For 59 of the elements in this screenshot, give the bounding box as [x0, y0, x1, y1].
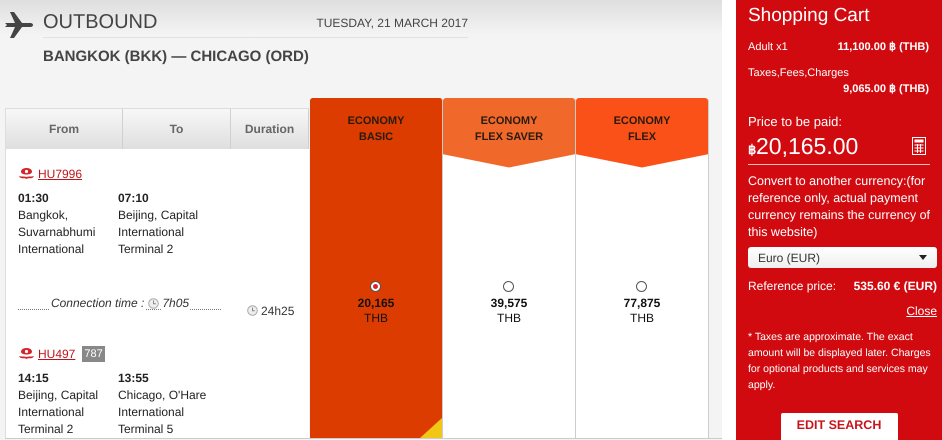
reference-price: 535.60 € (EUR) [854, 278, 937, 296]
radio-button[interactable] [503, 280, 514, 292]
fare-price: 39,575 [490, 296, 528, 310]
column-header[interactable]: To [123, 108, 231, 148]
cart-title: Shopping Cart [748, 4, 870, 28]
departure-time: 14:15 [18, 370, 50, 386]
cart-line-amount: 11,100.00 ฿ (THB) [838, 40, 929, 55]
departure-airport: Bangkok, Suvarnabhumi International [18, 206, 96, 258]
airline-logo-icon [18, 166, 35, 180]
airplane-icon [5, 12, 33, 38]
currency-select[interactable]: Euro (EUR) [748, 247, 937, 268]
fare-name: FLEX [628, 130, 656, 144]
fare-column[interactable]: ECONOMY FLEX SAVER 39,575 THB [443, 98, 576, 438]
fare-price: 77,875 [624, 296, 660, 310]
reference-label: Reference price: [748, 278, 836, 296]
column-header[interactable]: Duration [231, 108, 309, 148]
cart-line-label: Taxes,Fees,Charges [748, 66, 850, 80]
currency-symbol: ฿ [748, 141, 756, 159]
arrival-time: 13:55 [118, 370, 150, 386]
flight-link[interactable]: HU7996 [38, 164, 82, 182]
fare-name: FLEX SAVER [474, 130, 544, 144]
airline-logo-icon [18, 346, 35, 360]
fare-name: ECONOMY [480, 114, 538, 128]
fare-name: ECONOMY [614, 114, 670, 128]
arrival-airport: Beijing, Capital International Terminal 2 [118, 206, 200, 258]
dropdown-caret-icon [919, 255, 927, 260]
cart-line-label: Adult x1 [748, 40, 788, 55]
calculator-icon[interactable] [912, 137, 926, 155]
aircraft-tag: 787 [82, 346, 105, 362]
cart-line-amount: 9,065.00 ฿ (THB) [843, 82, 930, 97]
arrival-airport: Chicago, O'Hare International Terminal 5 [118, 386, 208, 438]
fare-column[interactable]: ECONOMY BASIC 20,165 THB [310, 98, 443, 438]
radio-button[interactable] [370, 280, 382, 292]
fare-currency: THB [364, 310, 388, 326]
flight-date: TUESDAY, 21 MARCH 2017 [316, 15, 468, 32]
clock-icon [148, 298, 160, 308]
section-title: OUTBOUND [43, 10, 158, 34]
price-label: Price to be paid: [748, 112, 843, 131]
corner-triangle [420, 418, 442, 438]
arrival-time: 07:10 [118, 190, 150, 206]
edit-search-button[interactable]: EDIT SEARCH [780, 413, 898, 440]
fare-column[interactable]: ECONOMY FLEX 77,875 THB [576, 98, 709, 438]
total-duration: 24h25 [261, 302, 294, 320]
fare-name: ECONOMY [348, 114, 404, 128]
disclaimer: * Taxes are approximate. The exact amount will be displayed later. Charges for optional products and services may apply. [748, 330, 932, 394]
clock-icon [247, 305, 258, 316]
flight-link[interactable]: HU497 [38, 344, 76, 362]
route-title: BANGKOK (BKK) — CHICAGO (ORD) [43, 47, 310, 67]
departure-airport: Beijing, Capital International Terminal 2 [18, 386, 100, 438]
departure-time: 01:30 [18, 190, 50, 206]
fare-currency: THB [496, 310, 521, 326]
close-link[interactable]: Close [906, 302, 937, 320]
fare-currency: THB [630, 310, 654, 326]
fare-name: BASIC [358, 130, 394, 144]
convert-note: Convert to another currency:(for reference only, actual payment currency remains the currency of this website) [748, 173, 930, 241]
fare-price: 20,165 [358, 296, 394, 310]
total-price: 20,165.00 [756, 132, 858, 161]
column-header[interactable]: From [6, 108, 123, 148]
radio-button[interactable] [636, 280, 648, 292]
